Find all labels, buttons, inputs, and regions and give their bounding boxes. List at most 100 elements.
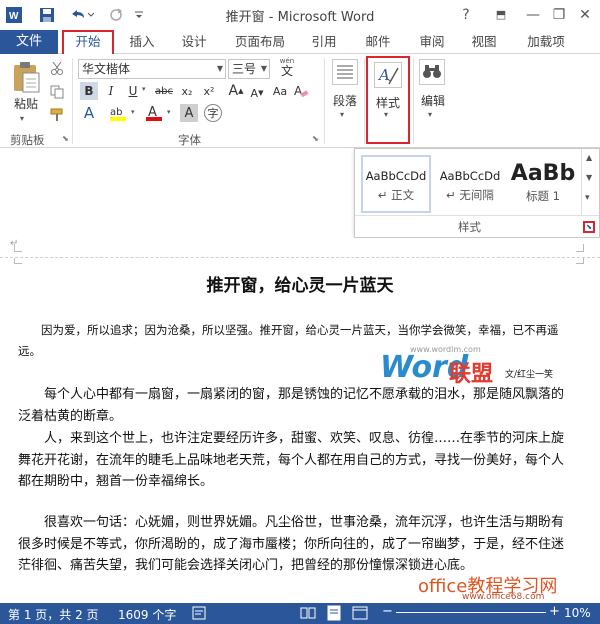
- binoculars-icon[interactable]: [419, 59, 445, 85]
- chevron-down-icon: ▼: [260, 64, 267, 73]
- styles-group-label: 样式: [458, 220, 481, 234]
- close-button[interactable]: ✕: [574, 4, 596, 26]
- proofing-icon[interactable]: [192, 606, 206, 620]
- tab-design[interactable]: 设计: [172, 30, 216, 54]
- style-no-spacing[interactable]: AaBbCcDd ↵ 无间隔: [435, 155, 505, 213]
- body-paragraph-2[interactable]: 人，来到这个世上，也许注定要经历许多，甜蜜、欢笑、叹息、彷徨……在季节的河床上旋…: [18, 428, 564, 493]
- copy-icon[interactable]: [48, 83, 66, 101]
- paragraph-icon[interactable]: [332, 59, 358, 85]
- styles-button[interactable]: A 样式 ▾: [366, 56, 410, 144]
- word-count[interactable]: 1609 个字: [118, 606, 176, 623]
- style-heading1-preview: AaBb: [510, 161, 576, 186]
- font-color-button[interactable]: A: [144, 104, 164, 122]
- watermark-office-url: www.office68.com: [462, 592, 545, 602]
- character-shading-button[interactable]: A: [180, 104, 198, 122]
- italic-button[interactable]: I: [102, 82, 120, 100]
- watermark-lianmeng: 联盟: [449, 362, 494, 387]
- zoom-slider[interactable]: [396, 612, 546, 613]
- font-group-label: 字体: [178, 133, 201, 147]
- change-case-button[interactable]: Aa: [270, 82, 290, 100]
- editing-button[interactable]: 编辑: [416, 92, 450, 109]
- highlight-button[interactable]: ab: [108, 104, 128, 122]
- style-normal[interactable]: AaBbCcDd ↵ 正文: [361, 155, 431, 213]
- chevron-down-icon[interactable]: ▾: [131, 108, 135, 116]
- chevron-down-icon: ▼: [216, 64, 223, 73]
- grow-font-label: A: [228, 83, 239, 99]
- zoom-in-icon[interactable]: +: [549, 604, 560, 619]
- tab-add-ins[interactable]: 加载项: [518, 30, 574, 54]
- gallery-scroll-up-icon[interactable]: ▲: [586, 153, 592, 162]
- tab-references[interactable]: 引用: [302, 30, 346, 54]
- grow-font-button[interactable]: A ▲: [226, 82, 246, 100]
- clipboard-launcher-icon[interactable]: ⬊: [62, 134, 69, 143]
- text-effects-button[interactable]: A: [80, 104, 98, 122]
- font-launcher-icon[interactable]: ⬊: [312, 134, 319, 143]
- page-count[interactable]: 第 1 页，共 2 页: [8, 606, 99, 623]
- help-button[interactable]: ?: [455, 4, 477, 26]
- corner-mark: [14, 244, 22, 252]
- separator: [355, 215, 599, 216]
- minimize-button[interactable]: —: [522, 4, 544, 26]
- title-bar: W 推开窗 - Microsoft Word ? ⬒ — ❐ ✕: [0, 0, 600, 30]
- style-no-spacing-preview: AaBbCcDd: [439, 169, 501, 183]
- separator: [364, 58, 365, 144]
- phonetic-guide-icon[interactable]: wén 文: [275, 57, 299, 81]
- print-layout-icon[interactable]: [326, 605, 342, 624]
- gallery-scroll: ▲ ▼ ▾: [581, 149, 599, 215]
- gallery-scroll-down-icon[interactable]: ▼: [586, 173, 592, 182]
- tab-mailings[interactable]: 邮件: [356, 30, 400, 54]
- clipboard-group-label: 剪贴板: [10, 133, 45, 147]
- style-normal-name: ↵ 正文: [377, 188, 415, 202]
- paste-icon[interactable]: [10, 60, 42, 94]
- chevron-down-icon: ▾: [384, 110, 389, 119]
- font-size-dropdown[interactable]: 三号 ▼: [228, 59, 270, 79]
- gallery-more-icon[interactable]: ▾: [585, 193, 590, 203]
- styles-launcher-icon[interactable]: ⬊: [583, 221, 595, 233]
- separator: [413, 58, 414, 144]
- font-name-dropdown[interactable]: 华文楷体 ▼: [78, 59, 226, 79]
- enclose-characters-button[interactable]: 字: [204, 104, 222, 122]
- document-title[interactable]: 推开窗，给心灵一片蓝天: [0, 271, 600, 296]
- chevron-down-icon[interactable]: ▾: [340, 110, 344, 119]
- margin-mark: [576, 258, 584, 264]
- chevron-down-icon[interactable]: ▾: [167, 108, 171, 116]
- subscript-button[interactable]: x₂: [178, 82, 196, 100]
- tab-review[interactable]: 审阅: [410, 30, 454, 54]
- tab-home[interactable]: 开始: [62, 30, 114, 55]
- style-normal-preview: AaBbCcDd: [365, 169, 427, 183]
- chevron-down-icon[interactable]: ▾: [428, 110, 432, 119]
- page-top-region: ↵: [0, 238, 600, 258]
- restore-button[interactable]: ❐: [548, 4, 570, 26]
- margin-mark: [14, 258, 22, 264]
- format-painter-icon[interactable]: [48, 106, 66, 124]
- strikethrough-button[interactable]: abc: [153, 82, 175, 100]
- zoom-level[interactable]: 10%: [564, 606, 591, 620]
- paste-button[interactable]: 粘贴: [10, 95, 42, 112]
- grow-arrow-icon: ▲: [238, 87, 244, 95]
- body-paragraph-1[interactable]: 每个人心中都有一扇窗，一扇紧闭的窗，那是锈蚀的记忆不愿承载的泪水，那是随风飘落的…: [18, 384, 564, 427]
- styles-gallery: AaBbCcDd ↵ 正文 AaBbCcDd ↵ 无间隔 AaBb 标题 1 ▲…: [354, 148, 600, 238]
- tab-view[interactable]: 视图: [462, 30, 506, 54]
- style-heading1[interactable]: AaBb 标题 1: [507, 155, 579, 213]
- ribbon-tabs: 文件 开始 插入 设计 页面布局 引用 邮件 审阅 视图 加载项: [0, 30, 600, 55]
- chevron-down-icon[interactable]: ▾: [142, 85, 146, 93]
- shrink-font-button[interactable]: A ▼: [247, 84, 267, 102]
- superscript-button[interactable]: x²: [200, 82, 218, 100]
- paste-dropdown-icon[interactable]: ▾: [20, 114, 24, 123]
- zoom-out-icon[interactable]: −: [382, 604, 393, 619]
- author-line[interactable]: 文/红尘一笑: [505, 367, 553, 380]
- paragraph-button[interactable]: 段落: [328, 92, 362, 109]
- web-layout-icon[interactable]: [352, 606, 368, 623]
- underline-button[interactable]: U: [124, 82, 142, 100]
- ribbon-display-button[interactable]: ⬒: [490, 4, 512, 26]
- read-mode-icon[interactable]: [300, 606, 316, 623]
- clear-formatting-button[interactable]: A: [292, 82, 310, 100]
- cut-icon[interactable]: [48, 59, 66, 77]
- bold-button[interactable]: B: [80, 82, 98, 100]
- tab-insert[interactable]: 插入: [120, 30, 164, 54]
- font-size-value: 三号: [232, 62, 257, 76]
- style-no-spacing-name: ↵ 无间隔: [446, 188, 494, 202]
- phonetic-guide-char: 文: [280, 64, 293, 78]
- tab-file[interactable]: 文件: [0, 30, 58, 54]
- tab-page-layout[interactable]: 页面布局: [228, 30, 292, 54]
